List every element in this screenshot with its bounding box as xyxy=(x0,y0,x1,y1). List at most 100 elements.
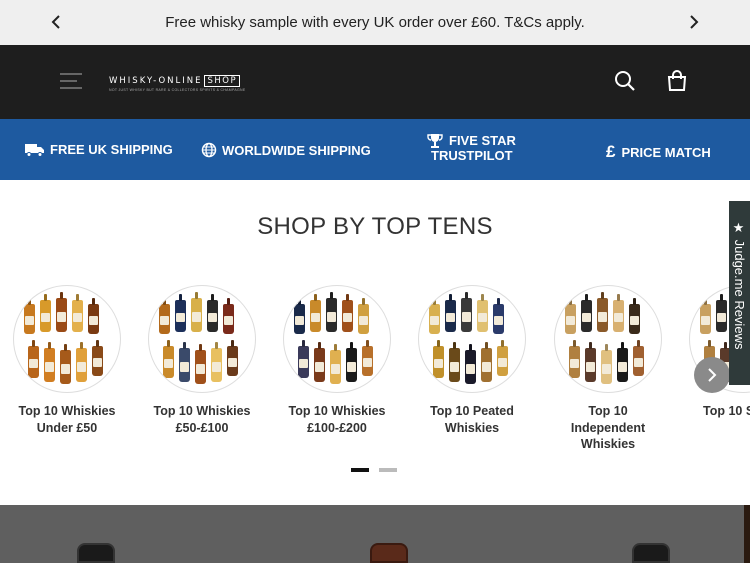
bottle-label xyxy=(478,312,487,323)
logo-wordmark: WHISKY-ONLINE xyxy=(109,76,203,86)
whisky-bottle-image xyxy=(326,298,337,332)
whisky-bottle-image xyxy=(497,346,508,376)
bottle-label xyxy=(93,358,102,367)
usp-free-uk-shipping-label: FREE UK SHIPPING xyxy=(50,142,173,157)
category-image xyxy=(148,285,256,393)
pound-icon: £ xyxy=(606,142,616,161)
section-title: SHOP BY TOP TENS xyxy=(257,213,493,240)
site-header: WHISKY-ONLINE SHOP NOT JUST WHISKY BUT R… xyxy=(0,45,750,119)
bottle-label xyxy=(295,316,304,325)
whisky-bottle-image xyxy=(700,304,711,334)
whisky-bottle-image xyxy=(195,350,206,384)
usp-five-star-line2: TRUSTPILOT xyxy=(431,148,513,163)
category-label: Top 10 Whiskies Under £50 xyxy=(18,404,116,435)
bottle-label xyxy=(212,361,221,372)
usp-price-match: £ PRICE MATCH xyxy=(606,142,711,162)
bottle-label xyxy=(701,316,710,325)
bottle-label xyxy=(25,316,34,325)
bottle-label xyxy=(224,316,233,325)
bottle-label xyxy=(434,358,443,369)
bottle-label xyxy=(462,311,471,322)
whisky-bottle-image xyxy=(44,348,55,382)
whisky-bottle-image xyxy=(481,348,492,382)
bottle-label xyxy=(363,358,372,367)
bottle-label xyxy=(61,363,70,374)
announcement-prev-button[interactable] xyxy=(46,12,66,32)
whisky-bottle-image xyxy=(585,348,596,382)
announcement-next-button[interactable] xyxy=(684,12,704,32)
menu-button[interactable] xyxy=(60,73,82,91)
whisky-bottle-image xyxy=(92,346,103,376)
whisky-bottle-image xyxy=(310,300,321,332)
bottle-label xyxy=(208,312,217,323)
bottle-label xyxy=(494,316,503,325)
product-bottle-image xyxy=(77,543,115,563)
bottle-label xyxy=(29,358,38,369)
bottle-label xyxy=(180,361,189,372)
shopping-bag-icon xyxy=(667,70,687,91)
category-image xyxy=(554,285,662,393)
category-card[interactable]: Top 10 Whiskies £50-£100 xyxy=(142,285,262,436)
category-card[interactable]: Top 10 Whiskies Under £50 xyxy=(7,285,127,436)
hamburger-line xyxy=(60,87,82,89)
carousel-pagination xyxy=(351,468,397,472)
whisky-bottle-image xyxy=(445,300,456,332)
category-card[interactable]: Top 10 Whiskies £100-£200 xyxy=(277,285,397,436)
logo-shop-badge: SHOP xyxy=(204,75,241,87)
whisky-bottle-image xyxy=(314,348,325,382)
usp-five-star-trustpilot: FIVE STAR TRUSTPILOT xyxy=(426,133,516,163)
bottle-label xyxy=(228,358,237,367)
site-logo[interactable]: WHISKY-ONLINE SHOP NOT JUST WHISKY BUT R… xyxy=(109,75,246,93)
cart-button[interactable] xyxy=(666,70,690,94)
whisky-bottle-image xyxy=(175,300,186,332)
whisky-bottle-image xyxy=(493,304,504,334)
usp-worldwide-shipping-label: WORLDWIDE SHIPPING xyxy=(222,142,371,158)
whisky-bottle-image xyxy=(60,350,71,384)
whisky-bottle-image xyxy=(601,350,612,384)
whisky-bottle-image xyxy=(629,304,640,334)
whisky-bottle-image xyxy=(617,348,628,382)
bottle-label xyxy=(315,361,324,372)
whisky-bottle-image xyxy=(159,304,170,334)
usp-bar: FREE UK SHIPPING WORLDWIDE SHIPPING FIVE… xyxy=(0,119,750,180)
bottle-label xyxy=(630,316,639,325)
whisky-bottle-image xyxy=(569,346,580,378)
pagination-dot-active[interactable] xyxy=(351,468,369,472)
page: Free whisky sample with every UK order o… xyxy=(0,0,750,563)
bottle-label xyxy=(327,311,336,322)
category-card[interactable]: Top 10 Peated Whiskies xyxy=(412,285,532,436)
whisky-bottle-image xyxy=(56,298,67,332)
carousel-next-button[interactable] xyxy=(694,357,730,393)
category-card[interactable]: Top 10 Independent Whiskies xyxy=(548,285,668,453)
usp-price-match-label: PRICE MATCH xyxy=(621,144,711,160)
usp-five-star-line1: FIVE STAR xyxy=(449,133,516,148)
whisky-bottle-image xyxy=(477,300,488,332)
whisky-bottle-image xyxy=(223,304,234,334)
bottle-label xyxy=(77,361,86,372)
bottle-label xyxy=(717,312,726,323)
whisky-bottle-image xyxy=(565,304,576,334)
bottle-label xyxy=(570,358,579,369)
whisky-bottle-image xyxy=(362,346,373,376)
featured-products-band xyxy=(0,505,750,563)
whisky-bottle-image xyxy=(429,304,440,334)
search-button[interactable] xyxy=(614,70,638,94)
truck-icon xyxy=(25,143,44,157)
category-label: Top 10 S... Cask xyxy=(703,404,750,418)
bottle-label xyxy=(299,358,308,369)
bottle-label xyxy=(347,361,356,372)
bottle-label xyxy=(614,312,623,323)
product-bottle-image xyxy=(632,543,670,563)
whisky-bottle-image xyxy=(24,304,35,334)
bottle-label xyxy=(331,363,340,374)
whisky-bottle-image xyxy=(633,346,644,376)
category-label: Top 10 Whiskies £50-£100 xyxy=(153,404,251,435)
usp-free-uk-shipping: FREE UK SHIPPING xyxy=(25,142,173,157)
judge-me-reviews-tab[interactable]: ★ Judge.me Reviews xyxy=(729,201,750,385)
bottle-label xyxy=(446,312,455,323)
chevron-left-icon xyxy=(51,15,60,29)
top-tens-carousel: Top 10 Whiskies Under £50 Top 10 Whiskie… xyxy=(0,285,750,455)
whisky-bottle-image xyxy=(298,346,309,378)
pagination-dot[interactable] xyxy=(379,468,397,472)
bottle-label xyxy=(586,361,595,372)
